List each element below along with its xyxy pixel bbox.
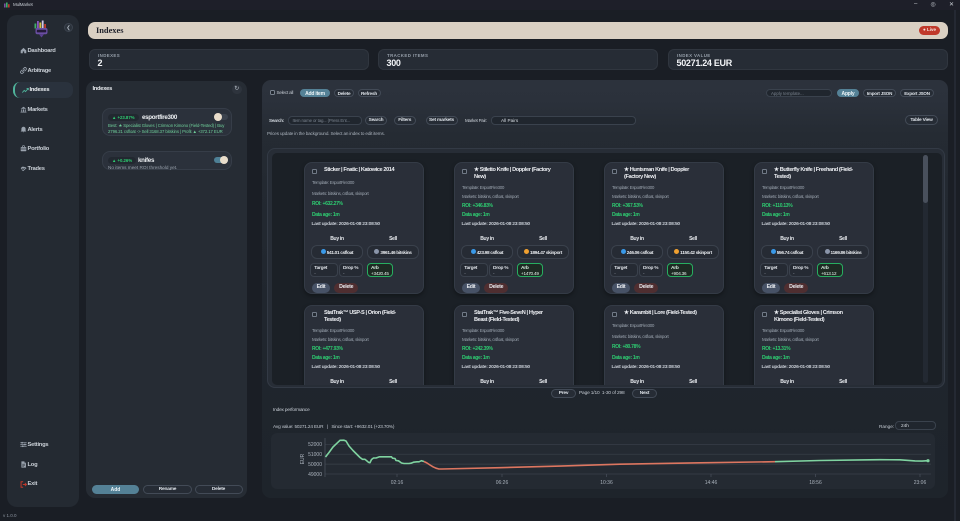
svg-text:18:56: 18:56 — [809, 480, 822, 486]
svg-text:23:06: 23:06 — [914, 480, 927, 486]
svg-text:06:26: 06:26 — [496, 480, 509, 486]
svg-text:49000: 49000 — [308, 472, 322, 478]
svg-text:51000: 51000 — [308, 452, 322, 458]
svg-text:02:16: 02:16 — [391, 480, 404, 486]
svg-text:50000: 50000 — [308, 462, 322, 468]
svg-text:10:36: 10:36 — [600, 480, 613, 486]
svg-text:14:46: 14:46 — [705, 480, 718, 486]
svg-text:EUR: EUR — [300, 453, 306, 464]
svg-text:52000: 52000 — [308, 442, 322, 448]
